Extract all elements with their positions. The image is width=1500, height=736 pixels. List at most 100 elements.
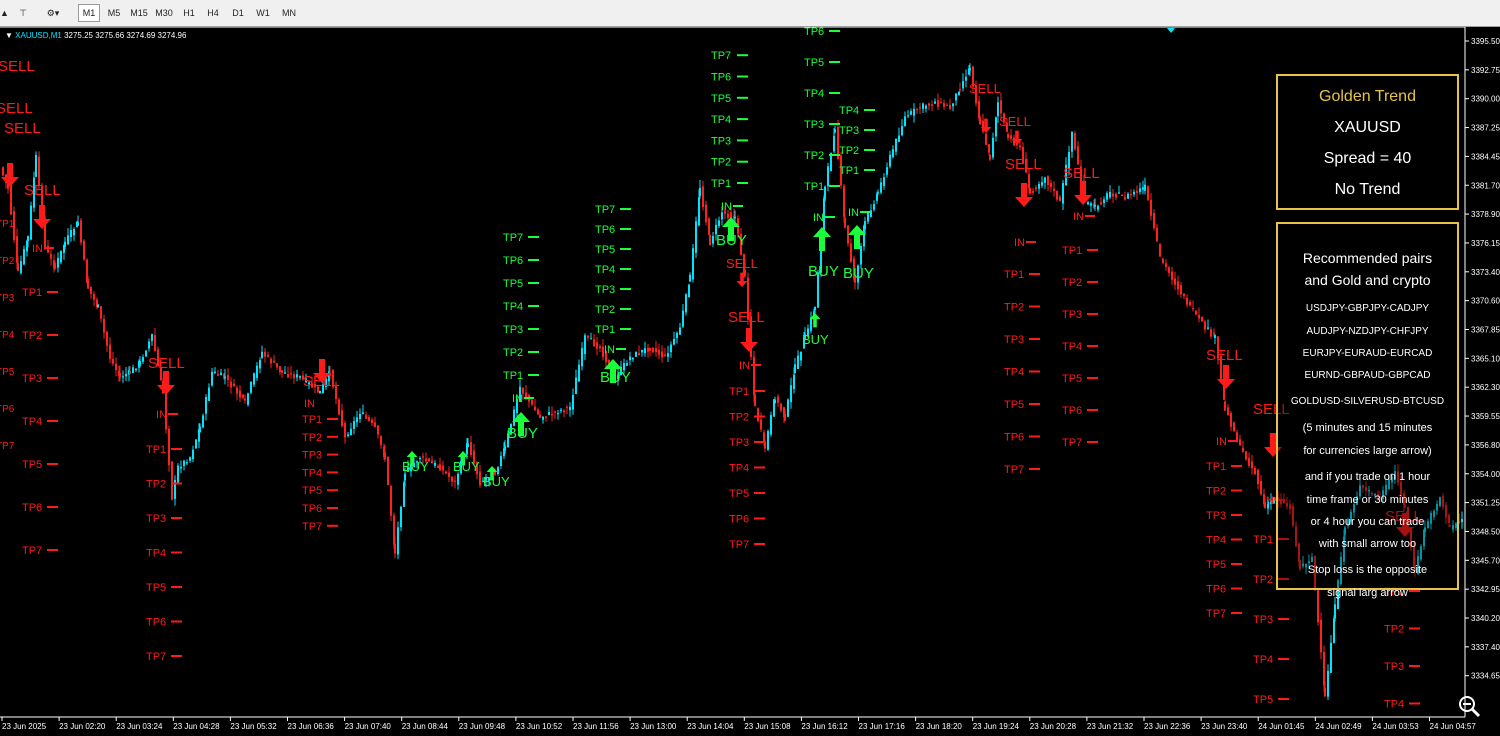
price-label: 3334.65 <box>1471 672 1500 681</box>
timeframe-h1[interactable]: H1 <box>178 4 200 22</box>
sell-arrow-icon <box>1074 181 1092 205</box>
recommend-line: GOLDUSD-SILVERUSD-BTCUSD <box>1290 396 1445 407</box>
tp-level: TP3 <box>1062 309 1082 321</box>
buy-arrow-icon <box>813 227 831 251</box>
recommend-line: Stop loss is the opposite <box>1307 564 1428 576</box>
recommend-line: with small arrow too <box>1318 538 1417 550</box>
tp-level: TP3 <box>1004 334 1024 346</box>
entry-label: IN <box>1263 495 1274 507</box>
tp-level-buy: TP6 <box>804 27 824 38</box>
tp-level: TP5 <box>146 582 166 594</box>
tp-level: TP1 <box>729 386 749 398</box>
tp-level-buy: TP2 <box>503 347 523 359</box>
tp-level: TP1 <box>1253 534 1273 546</box>
price-label: 3378.90 <box>1471 210 1500 219</box>
tp-level-buy: TP4 <box>595 264 615 276</box>
entry-label: IN <box>721 201 732 213</box>
time-label: 23 Jun 17:16 <box>859 722 906 731</box>
zoom-icon[interactable] <box>1457 694 1481 718</box>
tp-level-buy: TP3 <box>839 125 859 137</box>
recommend-line: and if you trade on 1 hour <box>1304 471 1431 483</box>
time-label: 23 Jun 13:00 <box>630 722 677 731</box>
tp-level-buy: TP1 <box>839 165 859 177</box>
tp-level-edge: TP4 <box>0 330 15 341</box>
price-label: 3354.00 <box>1471 470 1500 479</box>
buy-label: BUY <box>402 459 429 474</box>
tp-level-buy: TP5 <box>595 244 615 256</box>
tp-level-edge: TP2 <box>0 256 15 267</box>
tp-level: TP7 <box>146 651 166 663</box>
recommend-line: EURJPY-EURAUD-EURCAD <box>1302 348 1433 359</box>
entry-label: IN <box>512 393 523 405</box>
tp-level-buy: TP7 <box>711 50 731 62</box>
sell-arrow-icon <box>740 328 758 352</box>
entry-label: IN <box>1073 211 1084 223</box>
tp-level: TP4 <box>1384 699 1404 711</box>
tp-level: TP7 <box>1062 437 1082 449</box>
sell-label: SELL <box>4 120 41 137</box>
timeframe-toolbar: ▲ ⊤ ⚙▾ M1 M5 M15 M30 H1 H4 D1 W1 MN <box>0 0 1500 27</box>
tp-level: TP1 <box>1062 245 1082 257</box>
tp-level-edge: TP5 <box>0 367 15 378</box>
sell-arrow-icon <box>33 205 51 229</box>
tp-level: TP3 <box>22 373 42 385</box>
chart-canvas[interactable]: 3395.50 3392.75 3390.00 3387.25 3384.45 3381.… <box>0 27 1500 736</box>
tp-level: TP6 <box>146 617 166 629</box>
tp-level-buy: TP4 <box>839 105 859 117</box>
time-label: 23 Jun 07:40 <box>345 722 392 731</box>
buy-label: BUY <box>716 232 747 249</box>
price-label: 3337.40 <box>1471 643 1500 652</box>
buy-label: BUY <box>802 332 829 347</box>
timeframe-m1[interactable]: M1 <box>78 4 100 22</box>
timeframe-h4[interactable]: H4 <box>202 4 224 22</box>
price-chart[interactable]: 3395.50 3392.75 3390.00 3387.25 3384.45 3381.… <box>0 27 1500 736</box>
panel-title: Golden Trend <box>1319 88 1416 105</box>
tp-level-buy: TP2 <box>711 157 731 169</box>
tp-level: TP1 <box>1004 269 1024 281</box>
tp-level: TP5 <box>1062 373 1082 385</box>
timeframe-w1[interactable]: W1 <box>252 4 274 22</box>
entry-label: IN <box>304 398 315 410</box>
timeframe-d1[interactable]: D1 <box>227 4 249 22</box>
shift-marker-icon <box>1167 28 1175 33</box>
tp-level-buy: TP6 <box>595 224 615 236</box>
tp-level: TP2 <box>1206 486 1226 498</box>
recommend-line: and Gold and crypto <box>1304 272 1431 288</box>
tp-level: TP6 <box>22 502 42 514</box>
tp-level: TP1 <box>146 444 166 456</box>
sell-label: SELL <box>999 114 1031 129</box>
time-label: 23 Jun 11:56 <box>573 722 619 731</box>
tp-level-buy: TP4 <box>804 88 824 100</box>
price-label: 3356.80 <box>1471 441 1500 450</box>
tp-level-edge: TP1 <box>0 219 15 230</box>
timeframe-m15[interactable]: M15 <box>128 4 150 22</box>
time-label: 23 Jun 19:24 <box>973 722 1020 731</box>
timeframe-m30[interactable]: M30 <box>153 4 175 22</box>
panel-spread: Spread = 40 <box>1323 150 1412 167</box>
tp-level: TP5 <box>1206 559 1226 571</box>
tp-level-buy: TP1 <box>503 370 523 382</box>
buy-label: BUY <box>507 425 538 442</box>
time-label: 23 Jun 08:44 <box>402 722 449 731</box>
period-separator-icon[interactable]: ⊤ <box>14 4 32 22</box>
timeframe-mn[interactable]: MN <box>278 4 300 22</box>
crosshair-icon[interactable]: ▲ <box>0 4 9 22</box>
tp-level: TP7 <box>302 521 322 533</box>
sell-label: SELL <box>1005 156 1042 173</box>
tp-level-buy: TP5 <box>804 57 824 69</box>
timeframe-m5[interactable]: M5 <box>103 4 125 22</box>
tp-level-edge: TP7 <box>0 441 15 452</box>
tp-level-buy: TP6 <box>711 72 731 84</box>
tp-level: TP4 <box>1253 654 1273 666</box>
tp-level: TP7 <box>1004 464 1024 476</box>
entry-label: IN <box>1216 436 1227 448</box>
tp-level: TP4 <box>302 467 322 479</box>
time-label: 23 Jun 03:24 <box>116 722 163 731</box>
tp-level-buy: TP7 <box>503 232 523 244</box>
objects-dropdown-icon[interactable]: ⚙▾ <box>38 4 68 22</box>
time-label: 23 Jun 16:12 <box>801 722 848 731</box>
time-label: 23 Jun 15:08 <box>744 722 791 731</box>
tp-level: TP3 <box>1206 510 1226 522</box>
time-label: 23 Jun 21:32 <box>1087 722 1134 731</box>
price-label: 3345.70 <box>1471 556 1500 565</box>
